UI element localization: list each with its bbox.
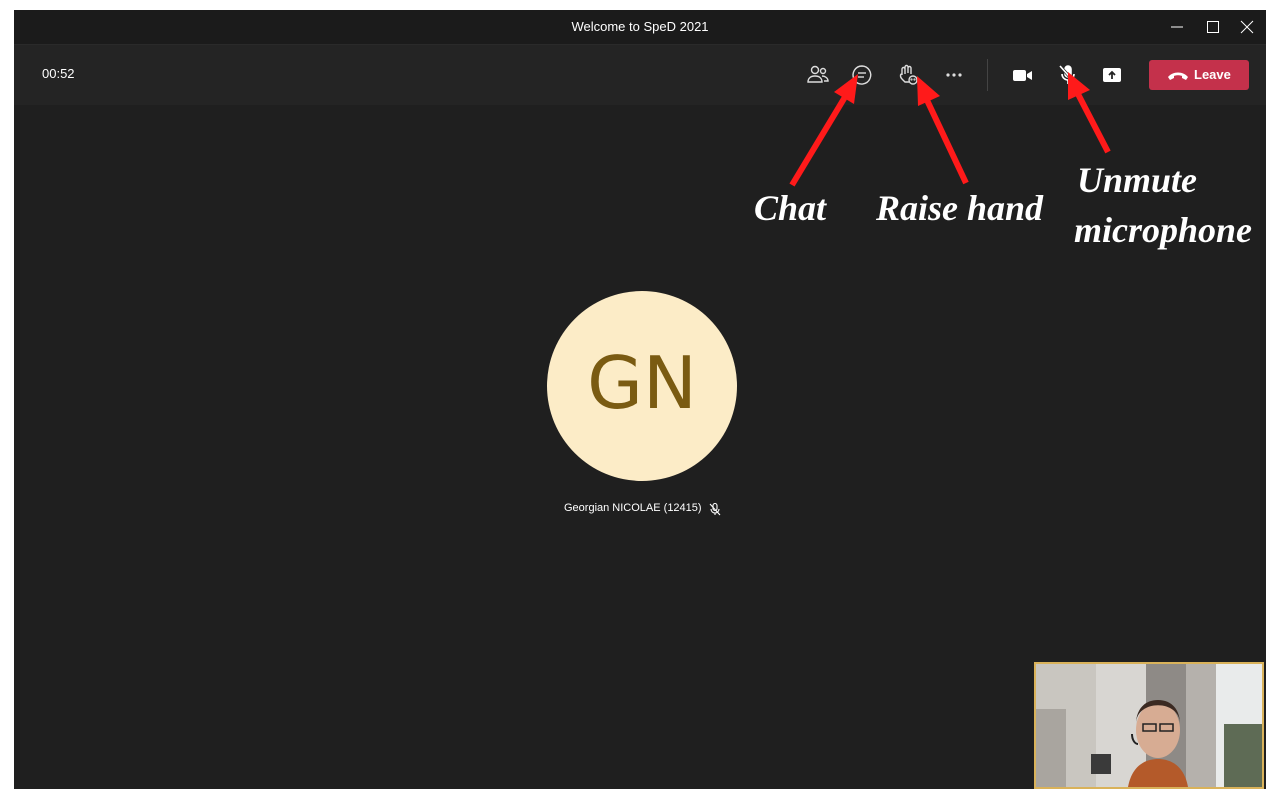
chat-arrow [789,74,858,187]
raise-hand-arrow [917,76,969,185]
unmute-annotation-line1: Unmute [1077,160,1198,200]
raise-hand-annotation: Raise hand [876,188,1044,228]
chat-annotation: Chat [754,188,827,228]
unmute-annotation-line2: microphone [1074,210,1253,250]
annotation-arrows [789,72,1111,187]
unmute-arrow [1068,72,1111,154]
